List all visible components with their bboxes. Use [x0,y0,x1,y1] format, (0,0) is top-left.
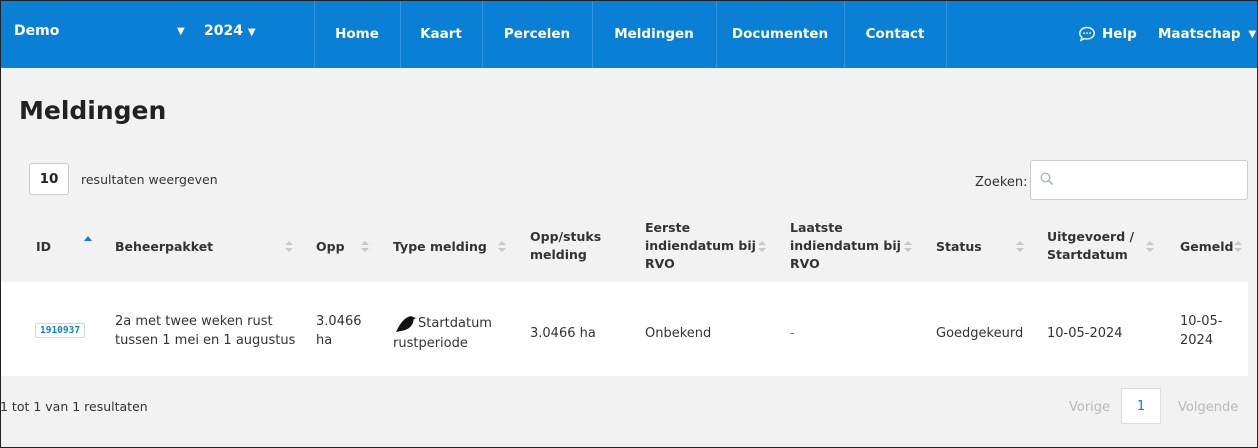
col-laatste-indiendatum[interactable]: Laatste indiendatum bij RVO [790,219,901,273]
help-label: Help [1102,26,1137,42]
col-laatste-line: indiendatum bij [790,238,901,253]
year-label: 2024 [204,23,243,39]
search-input[interactable] [1030,160,1248,200]
cell-line: 3.0466 [316,314,362,329]
col-status[interactable]: Status [936,238,982,256]
sort-icon [1146,241,1154,253]
cell-laatste-indiendatum: - [790,326,795,341]
col-gemeld[interactable]: Gemeld [1180,238,1233,256]
col-uitgevoerd-line: Uitgevoerd / [1047,229,1135,244]
sort-icon [285,241,293,253]
cell-line: 10-05- [1180,314,1223,329]
chat-bubble-icon [1079,26,1095,42]
account-caret-icon: ▼ [1248,28,1257,40]
col-eerste-line: Eerste [645,220,691,235]
nav-meldingen[interactable]: Meldingen [592,0,716,68]
cell-gemeld: 10-05- 2024 [1180,312,1222,350]
help-link[interactable]: Help [1078,0,1137,68]
search-label: Zoeken: [975,175,1028,190]
col-beheerpakket[interactable]: Beheerpakket [115,238,213,256]
nav-divider [946,0,947,68]
col-eerste-indiendatum[interactable]: Eerste indiendatum bij RVO [645,219,756,273]
cell-line: ha [316,333,333,348]
nav-kaart[interactable]: Kaart [400,0,482,68]
cell-line: tussen 1 mei en 1 augustus [115,333,296,348]
sort-icon [1016,241,1024,253]
col-type-melding[interactable]: Type melding [393,238,487,256]
account-menu[interactable]: Maatschap ▼ [1158,0,1256,68]
org-selector[interactable]: Demo [14,23,59,39]
cell-line: 2a met twee weken rust [115,314,273,329]
cell-opp: 3.0466 ha [316,312,362,350]
nav-home[interactable]: Home [314,0,400,68]
year-selector[interactable]: 2024 ▼ [204,23,256,39]
col-uitgevoerd[interactable]: Uitgevoerd / Startdatum [1047,228,1134,264]
cell-beheerpakket: 2a met twee weken rust tussen 1 mei en 1… [115,312,295,350]
col-uitgevoerd-line: Startdatum [1047,247,1128,262]
col-opp-stuks-line: melding [530,247,587,262]
cell-opp-stuks: 3.0466 ha [530,326,596,341]
col-opp[interactable]: Opp [316,238,345,256]
table-header: ID Beheerpakket Opp Type melding Opp/stu… [0,210,1258,282]
page-title: Meldingen [19,96,167,125]
sort-asc-icon [84,236,92,241]
cell-type-line-1: Startdatum [418,316,492,331]
col-id[interactable]: ID [36,238,51,256]
col-laatste-line: RVO [790,256,820,271]
col-eerste-line: indiendatum bij [645,238,756,253]
bird-icon [396,316,416,332]
nav-percelen[interactable]: Percelen [482,0,592,68]
melding-id-link[interactable]: 1910937 [35,323,86,338]
account-label: Maatschap [1158,26,1241,42]
page-length-label: resultaten weergeven [81,172,218,187]
col-opp-stuks-line: Opp/stuks [530,229,602,244]
sort-icon [758,241,766,253]
page-length-select[interactable]: 10 [29,163,69,195]
col-opp-stuks[interactable]: Opp/stuks melding [530,228,601,264]
results-info: 1 tot 1 van 1 resultaten [0,399,148,414]
cell-line: 2024 [1180,333,1214,348]
org-caret-icon[interactable]: ▼ [177,26,185,37]
nav-documenten[interactable]: Documenten [716,0,844,68]
cell-eerste-indiendatum: Onbekend [645,326,712,341]
next-page-button[interactable]: Volgende [1178,400,1238,415]
sort-icon [361,241,369,253]
col-eerste-line: RVO [645,256,675,271]
sort-icon [904,241,912,253]
search-icon [1040,172,1054,186]
nav-contact[interactable]: Contact [844,0,946,68]
sort-icon [1234,241,1242,253]
cell-uitgevoerd: 10-05-2024 [1047,326,1123,341]
year-caret-icon: ▼ [247,27,256,38]
page-button-current[interactable]: 1 [1121,388,1161,424]
top-navbar: Demo ▼ 2024 ▼ Home Kaart Percelen Meldin… [0,0,1258,68]
cell-status: Goedgekeurd [936,326,1024,341]
col-laatste-line: Laatste [790,220,843,235]
sort-icon [498,241,506,253]
cell-type-line-2: rustperiode [393,336,468,351]
prev-page-button[interactable]: Vorige [1069,400,1110,415]
